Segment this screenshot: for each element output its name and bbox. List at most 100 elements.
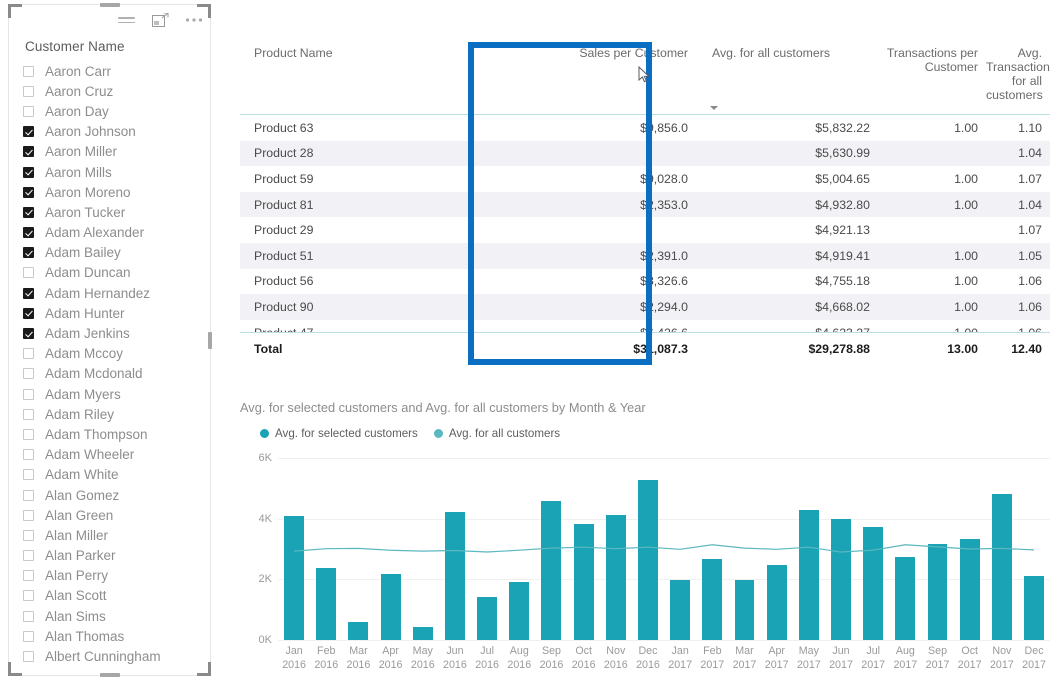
slicer-item[interactable]: Aaron Tucker	[23, 202, 200, 222]
slicer-item[interactable]: Aaron Carr	[23, 61, 200, 81]
slicer-checkbox[interactable]	[23, 247, 34, 259]
slicer-checkbox[interactable]	[23, 570, 34, 582]
slicer-item[interactable]: Adam Alexander	[23, 223, 200, 243]
slicer-checkbox[interactable]	[23, 287, 34, 299]
table-row[interactable]: Product 59 $9,028.0 $5,004.65 1.00 1.07	[240, 166, 1050, 192]
slicer-item[interactable]: Adam Duncan	[23, 263, 200, 283]
table-cell[interactable]: $2,391.0	[468, 242, 696, 269]
slicer-checkbox[interactable]	[23, 348, 34, 360]
table-cell[interactable]: 1.00	[878, 166, 986, 192]
slicer-checkbox[interactable]	[23, 590, 34, 602]
table-cell[interactable]: 1.00	[878, 294, 986, 320]
slicer-item[interactable]: Albert Cunningham	[23, 646, 200, 665]
slicer-item[interactable]: Adam Myers	[23, 384, 200, 404]
table-cell[interactable]: $5,832.22	[696, 115, 878, 141]
table-cell[interactable]: $4,932.80	[696, 191, 878, 218]
slicer-checkbox[interactable]	[23, 126, 34, 138]
slicer-checkbox[interactable]	[23, 166, 34, 178]
table-cell[interactable]: $4,668.02	[696, 294, 878, 320]
slicer-item[interactable]: Alan Green	[23, 505, 200, 525]
slicer-item-list[interactable]: Aaron Carr Aaron Cruz Aaron Day Aaron Johns…	[23, 61, 200, 665]
slicer-item[interactable]: Alan Parker	[23, 546, 200, 566]
table-cell[interactable]: $5,004.65	[696, 166, 878, 192]
legend-item-all[interactable]: Avg. for all customers	[433, 427, 560, 440]
table-cell[interactable]: $2,353.0	[468, 191, 696, 218]
slicer-checkbox[interactable]	[23, 509, 34, 521]
slicer-item[interactable]: Alan Sims	[23, 606, 200, 626]
table-cell[interactable]: Product 28	[240, 140, 468, 167]
slicer-checkbox[interactable]	[23, 489, 34, 501]
table-cell[interactable]: Product 56	[240, 269, 468, 295]
slicer-checkbox[interactable]	[23, 328, 34, 340]
table-cell[interactable]: 1.06	[986, 294, 1050, 320]
slicer-item[interactable]: Alan Scott	[23, 586, 200, 606]
table-row[interactable]: Product 63 $9,856.0 $5,832.22 1.00 1.10	[240, 115, 1050, 141]
table-cell[interactable]	[468, 217, 696, 243]
table-cell[interactable]	[878, 140, 986, 167]
table-row[interactable]: Product 51 $2,391.0 $4,919.41 1.00 1.05	[240, 242, 1050, 269]
table-cell[interactable]: 1.07	[986, 217, 1050, 243]
slicer-item[interactable]: Alan Gomez	[23, 485, 200, 505]
table-row[interactable]: Product 81 $2,353.0 $4,932.80 1.00 1.04	[240, 191, 1050, 218]
slicer-checkbox[interactable]	[23, 651, 34, 663]
slicer-item[interactable]: Alan Perry	[23, 566, 200, 586]
table-column-header[interactable]: Avg. Transactions for all customers	[986, 40, 1050, 115]
slicer-item[interactable]: Aaron Cruz	[23, 81, 200, 101]
table-cell[interactable]: Product 29	[240, 217, 468, 243]
more-options-icon[interactable]	[184, 10, 204, 30]
slicer-item[interactable]: Adam Jenkins	[23, 323, 200, 343]
slicer-resize-handle-right[interactable]	[208, 332, 212, 349]
slicer-checkbox[interactable]	[23, 206, 34, 218]
slicer-item[interactable]: Alan Thomas	[23, 626, 200, 646]
slicer-item[interactable]: Alan Miller	[23, 525, 200, 545]
slicer-item[interactable]: Adam Riley	[23, 404, 200, 424]
table-cell[interactable]: $9,028.0	[468, 166, 696, 192]
slicer-item[interactable]: Adam Mcdonald	[23, 364, 200, 384]
slicer-checkbox[interactable]	[23, 449, 34, 461]
slicer-checkbox[interactable]	[23, 85, 34, 97]
slicer-checkbox[interactable]	[23, 186, 34, 198]
slicer-checkbox[interactable]	[23, 105, 34, 117]
slicer-checkbox[interactable]	[23, 428, 34, 440]
table-column-header[interactable]: Product Name	[240, 40, 468, 115]
slicer-item[interactable]: Adam Bailey	[23, 243, 200, 263]
monthly-average-chart-visual[interactable]: Avg. for selected customers and Avg. for…	[236, 400, 1056, 690]
slicer-checkbox[interactable]	[23, 368, 34, 380]
slicer-checkbox[interactable]	[23, 307, 34, 319]
focus-mode-icon[interactable]	[150, 10, 170, 30]
slicer-item[interactable]: Adam White	[23, 465, 200, 485]
table-cell[interactable]: 1.10	[986, 115, 1050, 141]
slicer-checkbox[interactable]	[23, 469, 34, 481]
table-cell[interactable]: $4,921.13	[696, 217, 878, 243]
table-row[interactable]: Product 90 $2,294.0 $4,668.02 1.00 1.06	[240, 294, 1050, 320]
slicer-item[interactable]: Adam Hunter	[23, 303, 200, 323]
slicer-item[interactable]: Aaron Moreno	[23, 182, 200, 202]
slicer-checkbox[interactable]	[23, 267, 34, 279]
table-cell[interactable]: $4,919.41	[696, 242, 878, 269]
table-cell[interactable]: 1.00	[878, 242, 986, 269]
slicer-item[interactable]: Adam Hernandez	[23, 283, 200, 303]
slicer-checkbox[interactable]	[23, 529, 34, 541]
slicer-item[interactable]: Adam Thompson	[23, 424, 200, 444]
table-cell[interactable]: $4,755.18	[696, 269, 878, 295]
slicer-item[interactable]: Aaron Miller	[23, 142, 200, 162]
slicer-item[interactable]: Adam Wheeler	[23, 445, 200, 465]
table-cell[interactable]: 1.05	[986, 242, 1050, 269]
slicer-checkbox[interactable]	[23, 550, 34, 562]
slicer-checkbox[interactable]	[23, 388, 34, 400]
table-column-header[interactable]: Sales per Customer	[468, 40, 696, 115]
slicer-checkbox[interactable]	[23, 227, 34, 239]
table-cell[interactable]	[878, 217, 986, 243]
customer-name-slicer[interactable]: Customer Name Aaron Carr Aaron Cruz Aaron …	[8, 3, 212, 677]
table-cell[interactable]: 1.04	[986, 140, 1050, 167]
table-cell[interactable]	[468, 140, 696, 167]
table-row[interactable]: Product 56 $3,326.6 $4,755.18 1.00 1.06	[240, 269, 1050, 295]
table-cell[interactable]: Product 90	[240, 294, 468, 320]
slicer-item[interactable]: Aaron Johnson	[23, 122, 200, 142]
table-cell[interactable]: $3,326.6	[468, 269, 696, 295]
table-cell[interactable]: $2,294.0	[468, 294, 696, 320]
table-column-header[interactable]: Avg. for all customers	[696, 40, 878, 115]
table-cell[interactable]: Product 63	[240, 115, 468, 141]
slicer-checkbox[interactable]	[23, 146, 34, 158]
table-cell[interactable]: 1.06	[986, 269, 1050, 295]
